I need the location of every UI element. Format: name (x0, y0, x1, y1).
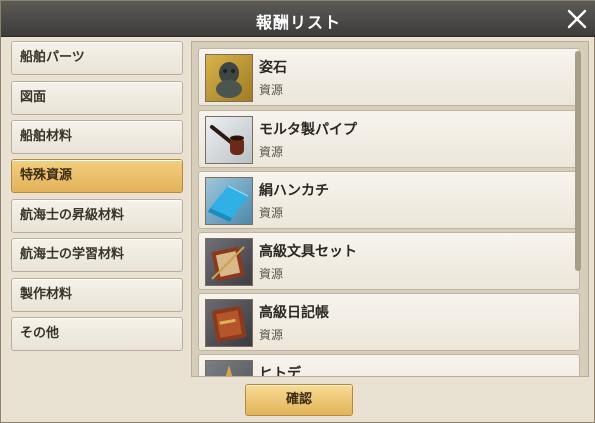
list-item[interactable]: 絹ハンカチ 資源 (198, 171, 580, 229)
item-name: 高級日記帳 (259, 305, 329, 321)
list-scrollbar[interactable] (575, 51, 581, 271)
title-bar: 報酬リスト (1, 1, 595, 37)
item-type: 資源 (259, 83, 284, 97)
category-navigator-study-materials[interactable]: 航海士の学習材料 (11, 238, 183, 272)
pipe-icon (205, 116, 253, 164)
starfish-icon (205, 360, 253, 376)
item-name: 絹ハンカチ (259, 183, 329, 199)
category-ship-materials[interactable]: 船舶材料 (11, 120, 183, 154)
item-type: 資源 (259, 267, 284, 281)
stone-figure-icon (205, 54, 253, 102)
scrollbar-thumb[interactable] (575, 51, 581, 271)
item-name: 高級文具セット (259, 244, 357, 260)
category-special-resources[interactable]: 特殊資源 (11, 159, 183, 193)
close-icon (567, 9, 587, 29)
item-name: ヒトデ (259, 366, 301, 377)
confirm-button[interactable]: 確認 (245, 384, 353, 416)
category-blueprints[interactable]: 図面 (11, 81, 183, 115)
reward-list-dialog: 報酬リスト 船舶パーツ 図面 船舶材料 特殊資源 航海士の昇級材料 航海士の学習… (0, 0, 595, 423)
category-ship-parts[interactable]: 船舶パーツ (11, 41, 183, 75)
category-crafting-materials[interactable]: 製作材料 (11, 278, 183, 312)
diary-icon (205, 299, 253, 347)
stationery-set-icon (205, 238, 253, 286)
list-item[interactable]: 姿石 資源 (198, 48, 580, 106)
category-navigator-promotion-materials[interactable]: 航海士の昇級材料 (11, 199, 183, 233)
list-item[interactable]: 高級文具セット 資源 (198, 232, 580, 290)
item-name: モルタ製パイプ (259, 122, 357, 138)
category-other[interactable]: その他 (11, 317, 183, 351)
item-type: 資源 (259, 206, 284, 220)
item-type: 資源 (259, 328, 284, 342)
list-item[interactable]: モルタ製パイプ 資源 (198, 110, 580, 168)
handkerchief-icon (205, 177, 253, 225)
list-item[interactable]: ヒトデ (198, 354, 580, 377)
item-name: 姿石 (259, 60, 287, 76)
item-type: 資源 (259, 145, 284, 159)
list-item[interactable]: 高級日記帳 資源 (198, 293, 580, 351)
reward-item-list[interactable]: 姿石 資源 モルタ製パイプ 資源 絹ハンカチ 資源 高級文具セット 資源 高級日… (191, 41, 589, 377)
close-button[interactable] (564, 6, 590, 32)
dialog-title: 報酬リスト (255, 13, 341, 32)
